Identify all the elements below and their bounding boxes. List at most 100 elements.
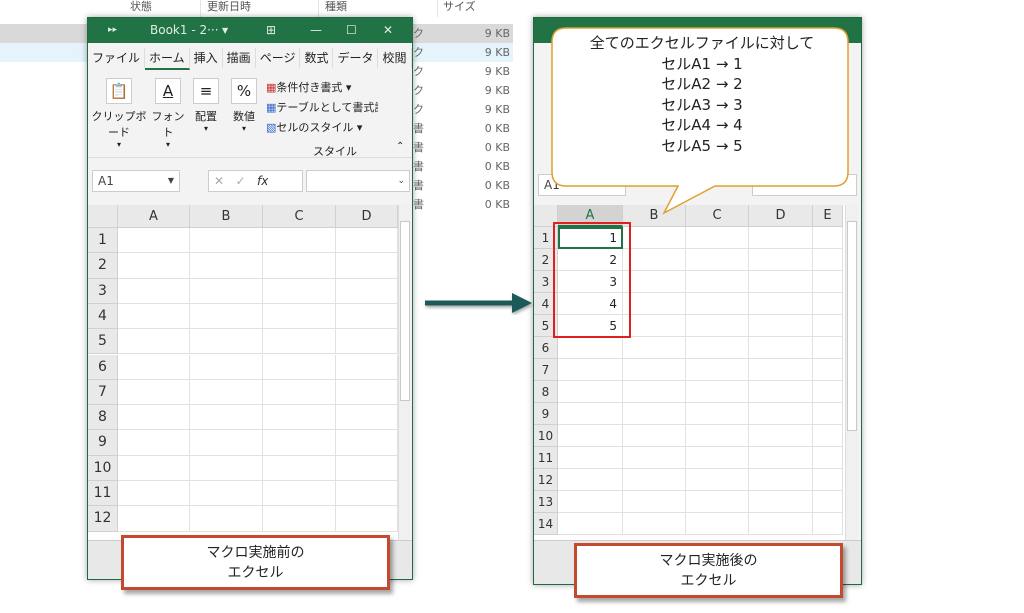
cell-B3[interactable] [190, 278, 263, 304]
cell-C12[interactable] [263, 506, 336, 532]
row-header-6[interactable]: 6 [88, 354, 118, 380]
cell-C4[interactable] [686, 293, 749, 315]
cell-A9[interactable] [558, 403, 623, 425]
cell-D10[interactable] [336, 455, 398, 481]
cell-B10[interactable] [190, 455, 263, 481]
cell-E4[interactable] [813, 293, 843, 315]
tab-8[interactable]: 表示 [412, 48, 413, 68]
cell-C13[interactable] [686, 491, 749, 513]
cell-styles-button[interactable]: ▧セルのスタイル ▾ [266, 118, 378, 138]
cell-B1[interactable] [190, 228, 263, 254]
row-header-11[interactable]: 11 [534, 447, 558, 469]
column-header-D[interactable]: D [336, 205, 398, 228]
cell-C3[interactable] [263, 278, 336, 304]
cell-C14[interactable] [686, 513, 749, 535]
cell-B4[interactable] [190, 303, 263, 330]
cell-A8[interactable] [118, 405, 190, 431]
cell-C11[interactable] [263, 481, 336, 507]
cell-A1[interactable] [118, 228, 190, 254]
tab-4[interactable]: ページ [256, 48, 301, 68]
row-header-6[interactable]: 6 [534, 337, 558, 359]
cell-C7[interactable] [686, 359, 749, 381]
tab-7[interactable]: 校閲 [378, 48, 412, 68]
clipboard-group[interactable]: 📋 クリップボード ▾ [90, 78, 148, 149]
cell-B11[interactable] [190, 481, 263, 507]
cell-E14[interactable] [813, 513, 843, 535]
file-row[interactable]: 書0 KB [413, 138, 513, 157]
cell-D8[interactable] [749, 381, 813, 403]
cell-B10[interactable] [623, 425, 686, 447]
cell-C10[interactable] [686, 425, 749, 447]
collapse-ribbon-icon[interactable]: ⌃ [396, 141, 404, 152]
cell-E1[interactable] [813, 227, 843, 249]
cell-A10[interactable] [118, 455, 190, 481]
file-row[interactable]: 書0 KB [413, 176, 513, 195]
fx-icon[interactable]: fx [257, 174, 268, 188]
row-header-8[interactable]: 8 [534, 381, 558, 403]
row-header-2[interactable]: 2 [88, 253, 118, 279]
cell-D3[interactable] [749, 271, 813, 293]
tab-2[interactable]: 挿入 [190, 48, 223, 68]
cell-C8[interactable] [686, 381, 749, 403]
cell-C9[interactable] [263, 430, 336, 456]
file-row[interactable]: 書0 KB [413, 195, 513, 214]
cell-D4[interactable] [749, 293, 813, 315]
conditional-format-button[interactable]: ▦条件付き書式 ▾ [266, 78, 378, 98]
minimize-icon[interactable]: — [310, 18, 322, 43]
cell-C10[interactable] [263, 455, 336, 481]
row-header-8[interactable]: 8 [88, 405, 118, 431]
row-header-4[interactable]: 4 [88, 303, 118, 330]
cell-A14[interactable] [558, 513, 623, 535]
cell-C6[interactable] [263, 354, 336, 380]
cell-D11[interactable] [336, 481, 398, 507]
cell-D2[interactable] [336, 253, 398, 279]
row-header-10[interactable]: 10 [534, 425, 558, 447]
file-row[interactable]: 書0 KB [413, 157, 513, 176]
cell-B12[interactable] [190, 506, 263, 532]
cell-B2[interactable] [623, 249, 686, 271]
cell-A9[interactable] [118, 430, 190, 456]
tab-1[interactable]: ホーム [145, 48, 190, 70]
cell-A3[interactable] [118, 278, 190, 304]
cell-B7[interactable] [190, 379, 263, 406]
cell-C2[interactable] [686, 249, 749, 271]
cell-A12[interactable] [558, 469, 623, 491]
cell-E10[interactable] [813, 425, 843, 447]
cell-D4[interactable] [336, 303, 398, 330]
cell-C1[interactable] [263, 228, 336, 254]
cell-D13[interactable] [749, 491, 813, 513]
cell-E11[interactable] [813, 447, 843, 469]
cell-E13[interactable] [813, 491, 843, 513]
row-header-14[interactable]: 14 [534, 513, 558, 535]
cell-B1[interactable] [623, 227, 686, 249]
cell-E5[interactable] [813, 315, 843, 337]
row-header-9[interactable]: 9 [534, 403, 558, 425]
cell-B2[interactable] [190, 253, 263, 279]
cell-C4[interactable] [263, 303, 336, 330]
cell-C2[interactable] [263, 253, 336, 279]
cell-D9[interactable] [336, 430, 398, 456]
column-header-C[interactable]: C [263, 205, 336, 228]
cell-A10[interactable] [558, 425, 623, 447]
cell-A6[interactable] [558, 337, 623, 359]
row-header-5[interactable]: 5 [88, 329, 118, 355]
cancel-icon[interactable]: ✕ [214, 174, 224, 188]
cell-A4[interactable] [118, 303, 190, 330]
cell-A8[interactable] [558, 381, 623, 403]
cell-C7[interactable] [263, 379, 336, 406]
tab-3[interactable]: 描画 [223, 48, 256, 68]
cell-B6[interactable] [623, 337, 686, 359]
cell-D6[interactable] [336, 354, 398, 380]
column-header-B[interactable]: B [190, 205, 263, 228]
formula-input[interactable]: ⌄ [306, 170, 410, 192]
cell-C5[interactable] [686, 315, 749, 337]
cell-B11[interactable] [623, 447, 686, 469]
cell-E3[interactable] [813, 271, 843, 293]
enter-icon[interactable]: ✓ [236, 174, 246, 188]
cell-A7[interactable] [558, 359, 623, 381]
cell-D5[interactable] [749, 315, 813, 337]
cell-A2[interactable] [118, 253, 190, 279]
cell-B12[interactable] [623, 469, 686, 491]
tab-5[interactable]: 数式 [300, 48, 334, 68]
col-header-modified[interactable]: 更新日時 [207, 0, 251, 17]
